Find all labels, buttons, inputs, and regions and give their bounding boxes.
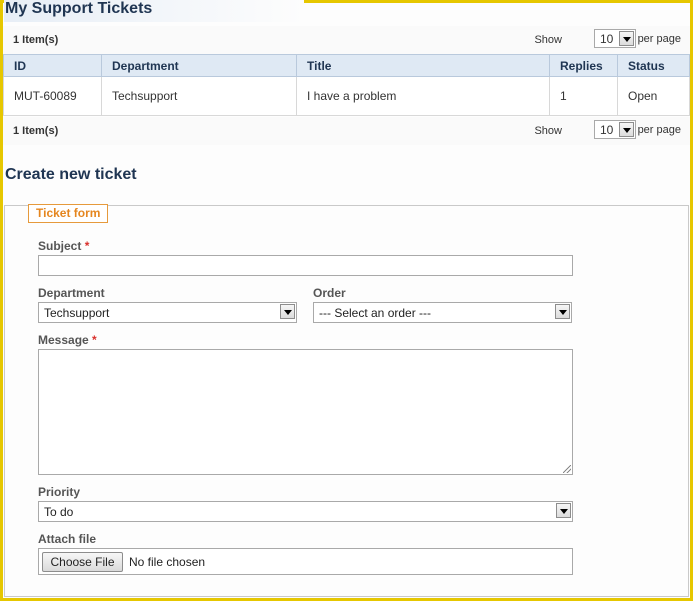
file-input[interactable]: Choose File No file chosen [38,548,573,575]
column-header-department[interactable]: Department [101,54,297,77]
create-ticket-heading: Create new ticket [5,166,137,183]
per-page-label: per page [637,33,681,45]
required-marker: * [92,333,97,347]
priority-select[interactable]: To do [38,501,573,522]
pager-bottom: 1 Item(s) Show 10 per page [3,117,690,145]
column-header-title[interactable]: Title [296,54,550,77]
page-size-select[interactable]: 10 [594,29,636,48]
page-title: My Support Tickets [4,0,304,22]
priority-select-value: To do [44,505,74,519]
column-header-id[interactable]: ID [3,54,102,77]
priority-label: Priority [38,485,81,499]
show-label: Show [534,34,562,46]
item-count: 1 Item(s) [13,125,59,137]
department-label: Department [38,286,105,300]
order-select[interactable]: --- Select an order --- [313,302,572,323]
page-size-value: 10 [600,123,614,137]
pager-top: 1 Item(s) Show 10 per page [3,26,690,54]
ticket-replies: 1 [549,76,618,116]
resize-grip-icon[interactable] [563,465,571,473]
chevron-down-icon[interactable] [619,122,634,137]
order-label: Order [313,286,346,300]
column-header-replies[interactable]: Replies [549,54,618,77]
ticket-form-legend: Ticket form [28,204,109,223]
attach-file-label: Attach file [38,532,97,546]
required-marker: * [84,239,90,253]
show-label: Show [534,125,562,137]
tickets-table: ID Department Title Replies Status MUT-6… [3,54,690,116]
order-select-value: --- Select an order --- [319,306,432,320]
item-count: 1 Item(s) [13,34,59,46]
department-select-value: Techsupport [44,306,110,320]
chevron-down-icon[interactable] [555,304,570,319]
message-textarea[interactable] [38,349,573,475]
chevron-down-icon[interactable] [280,304,295,319]
page-size-value: 10 [600,32,614,46]
chevron-down-icon[interactable] [556,503,571,518]
subject-label: Subject * [38,239,89,253]
chevron-down-icon[interactable] [619,31,634,46]
page-size-select[interactable]: 10 [594,120,636,139]
department-select[interactable]: Techsupport [38,302,297,323]
message-label: Message * [38,333,97,347]
column-header-status[interactable]: Status [617,54,690,77]
ticket-department: Techsupport [101,76,297,116]
table-header-row: ID Department Title Replies Status [3,54,690,77]
ticket-status: Open [617,76,690,116]
subject-label-text: Subject [38,239,82,253]
table-row[interactable]: MUT-60089 Techsupport I have a problem 1… [3,76,690,116]
message-label-text: Message [38,333,89,347]
file-status: No file chosen [129,555,206,569]
ticket-title[interactable]: I have a problem [296,76,550,116]
subject-input[interactable] [38,255,573,276]
choose-file-button[interactable]: Choose File [42,552,123,572]
per-page-label: per page [637,124,681,136]
ticket-id[interactable]: MUT-60089 [3,76,102,116]
